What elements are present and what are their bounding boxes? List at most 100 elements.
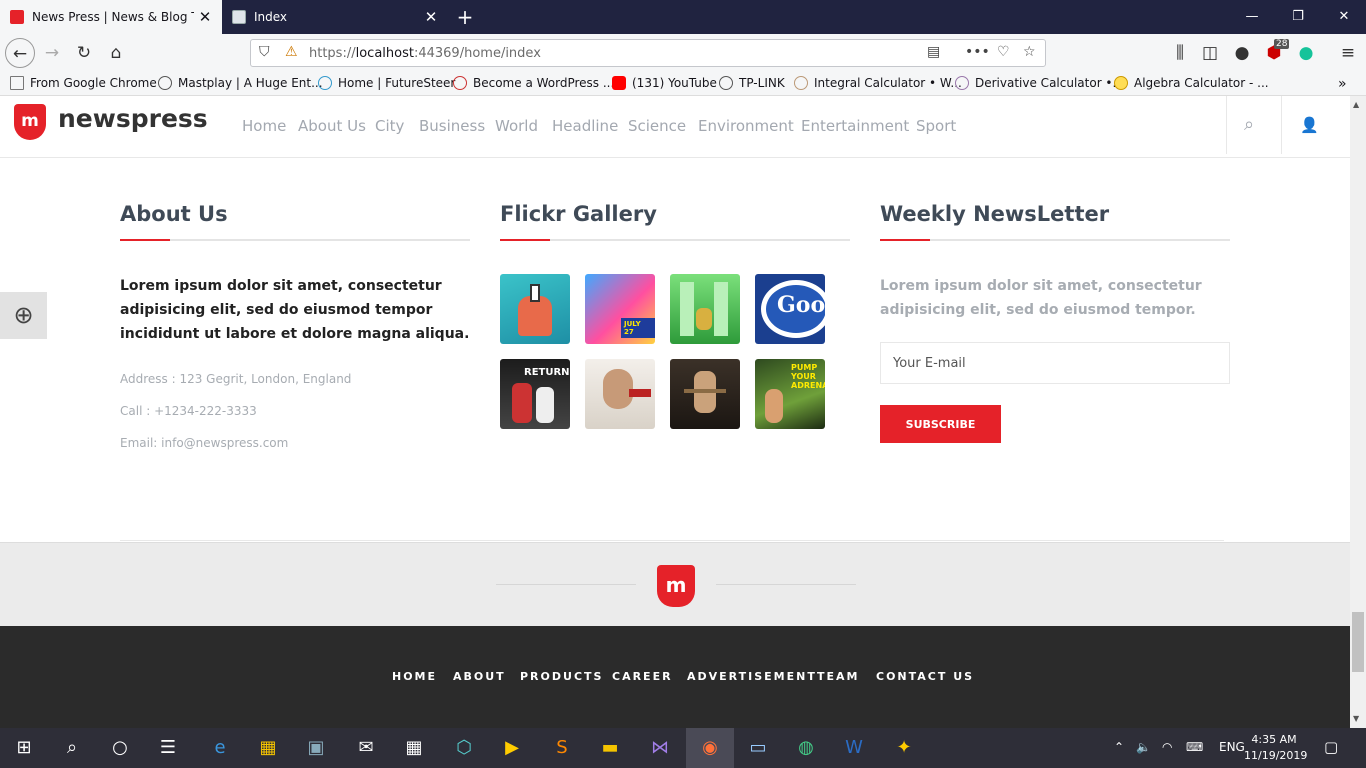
bookmark-item[interactable]: (131) YouTube xyxy=(612,76,717,90)
calculator-icon[interactable]: ▦ xyxy=(390,728,438,768)
cortana-icon[interactable]: ○ xyxy=(96,728,144,768)
keyboard-icon[interactable]: ⌨ xyxy=(1186,740,1203,754)
menu-hamburger-icon[interactable]: ≡ xyxy=(1333,38,1363,68)
windows-start-icon[interactable]: ⊞ xyxy=(0,728,48,768)
footer-link-home[interactable]: HOME xyxy=(392,670,437,683)
virtualbox-icon[interactable]: ⬡ xyxy=(440,728,488,768)
newspress-logo-icon[interactable]: m xyxy=(14,104,46,140)
tab-news-press[interactable]: News Press | News & Blog Temp ✕ xyxy=(0,0,222,34)
footer-link-team[interactable]: TEAM xyxy=(817,670,859,683)
nav-headline[interactable]: Headline xyxy=(552,117,618,135)
footer-link-advertisement[interactable]: ADVERTISEMENT xyxy=(687,670,817,683)
search-icon[interactable]: ⌕ xyxy=(48,728,96,768)
footer-link-products[interactable]: PRODUCTS xyxy=(520,670,603,683)
mail-icon[interactable]: ✉ xyxy=(342,728,390,768)
search-icon[interactable]: ⌕ xyxy=(1244,114,1254,135)
gallery-thumb[interactable] xyxy=(670,359,740,429)
home-icon[interactable]: ⌂ xyxy=(101,38,131,68)
email-field[interactable] xyxy=(880,342,1230,384)
bookmark-item[interactable]: Home | FutureSteer xyxy=(318,76,455,90)
insecure-lock-icon[interactable]: ⚠ xyxy=(285,44,298,60)
grammarly-icon[interactable]: ● xyxy=(1291,38,1321,68)
nav-city[interactable]: City xyxy=(375,117,404,135)
bookmark-item[interactable]: Derivative Calculator •... xyxy=(955,76,1124,90)
nav-environment[interactable]: Environment xyxy=(698,117,794,135)
volume-icon[interactable]: 🔈 xyxy=(1136,740,1151,754)
heading-rule xyxy=(500,239,850,241)
gallery-thumb[interactable]: RETURN xyxy=(500,359,570,429)
scroll-up-icon[interactable]: ▲ xyxy=(1353,100,1359,109)
support-lifebuoy-icon[interactable]: ⊕ xyxy=(0,292,47,339)
scrollbar-thumb[interactable] xyxy=(1352,612,1364,672)
tab-index[interactable]: Index ✕ xyxy=(222,0,448,34)
forward-arrow-icon[interactable]: → xyxy=(37,38,67,68)
chrome-icon[interactable]: ◍ xyxy=(782,728,830,768)
wifi-icon[interactable]: ◠ xyxy=(1162,740,1172,754)
system-clock[interactable]: 4:35 AM 11/19/2019 xyxy=(1244,732,1307,764)
footer-link-contact-us[interactable]: CONTACT US xyxy=(876,670,974,683)
pocket-icon[interactable]: ♡ xyxy=(997,44,1010,60)
bookmark-item[interactable]: Integral Calculator • W... xyxy=(794,76,962,90)
bookmark-folder[interactable]: From Google Chrome xyxy=(10,76,157,90)
shield-icon[interactable]: ⛉ xyxy=(259,44,270,60)
page-favicon-icon xyxy=(232,10,246,24)
gallery-thumb[interactable] xyxy=(500,274,570,344)
sublime-text-icon[interactable]: S xyxy=(538,728,586,768)
reader-view-icon[interactable]: ▤ xyxy=(927,44,940,60)
gallery-thumb[interactable] xyxy=(585,359,655,429)
bookmark-item[interactable]: TP-LINK xyxy=(719,76,785,90)
footer-link-career[interactable]: CAREER xyxy=(612,670,673,683)
window-figure xyxy=(680,282,694,336)
gallery-thumb[interactable]: Goo xyxy=(755,274,825,344)
new-tab-plus-icon[interactable]: + xyxy=(452,0,478,34)
footer-link-about[interactable]: ABOUT xyxy=(453,670,506,683)
scroll-down-icon[interactable]: ▼ xyxy=(1353,714,1359,723)
nav-science[interactable]: Science xyxy=(628,117,686,135)
sidebar-icon[interactable]: ◫ xyxy=(1195,38,1225,68)
network-app-icon[interactable]: ▣ xyxy=(292,728,340,768)
close-tab-icon[interactable]: ✕ xyxy=(420,8,442,26)
restore-icon[interactable]: ❐ xyxy=(1275,0,1321,34)
media-player-icon[interactable]: ▶ xyxy=(488,728,536,768)
nav-business[interactable]: Business xyxy=(419,117,485,135)
footer-logo-icon[interactable]: m xyxy=(657,565,695,607)
nav-about-us[interactable]: About Us xyxy=(298,117,366,135)
account-icon[interactable]: ● xyxy=(1227,38,1257,68)
task-view-icon[interactable]: ☰ xyxy=(144,728,192,768)
library-icon[interactable]: ⫼ xyxy=(1165,38,1195,68)
file-explorer-icon[interactable]: ▬ xyxy=(586,728,634,768)
user-icon[interactable]: 👤 xyxy=(1300,116,1319,134)
bookmark-item[interactable]: Algebra Calculator - ... xyxy=(1114,76,1269,90)
nav-entertainment[interactable]: Entertainment xyxy=(801,117,909,135)
gallery-thumb[interactable]: PUMP YOUR ADRENALINE xyxy=(755,359,825,429)
bookmark-item[interactable]: Mastplay | A Huge Ent... xyxy=(158,76,323,90)
tray-chevron-icon[interactable]: ⌃ xyxy=(1114,740,1124,754)
close-tab-icon[interactable]: ✕ xyxy=(194,8,216,26)
subscribe-button[interactable]: SUBSCRIBE xyxy=(880,405,1001,443)
tool-app-icon[interactable]: ✦ xyxy=(880,728,928,768)
language-indicator[interactable]: ENG xyxy=(1219,740,1245,754)
remote-desktop-icon[interactable]: ▭ xyxy=(734,728,782,768)
edge-icon[interactable]: e xyxy=(196,728,244,768)
page-scrollbar[interactable]: ▲ ▼ xyxy=(1350,96,1366,728)
visual-studio-icon[interactable]: ⋈ xyxy=(636,728,684,768)
reload-icon[interactable]: ↻ xyxy=(69,38,99,68)
back-arrow-icon[interactable]: ← xyxy=(5,38,35,68)
close-window-icon[interactable]: ✕ xyxy=(1321,0,1366,34)
action-center-icon[interactable]: ▢ xyxy=(1324,738,1338,756)
gallery-thumb[interactable] xyxy=(670,274,740,344)
site-logo-text[interactable]: newspress xyxy=(58,104,208,133)
nav-home[interactable]: Home xyxy=(242,117,286,135)
bookmark-item[interactable]: Become a WordPress ... xyxy=(453,76,614,90)
word-icon[interactable]: W xyxy=(830,728,878,768)
firefox-icon[interactable]: ◉ xyxy=(686,728,734,768)
address-bar[interactable]: ⛉ ⚠ https://localhost:44369/home/index ▤… xyxy=(250,39,1046,67)
store-icon[interactable]: ▦ xyxy=(244,728,292,768)
minimize-icon[interactable]: — xyxy=(1229,0,1275,34)
page-actions-icon[interactable]: ••• xyxy=(965,44,990,60)
bookmark-star-icon[interactable]: ☆ xyxy=(1023,44,1036,60)
nav-world[interactable]: World xyxy=(495,117,538,135)
nav-sport[interactable]: Sport xyxy=(916,117,956,135)
more-bookmarks-chevron-icon[interactable]: » xyxy=(1338,76,1347,92)
gallery-thumb[interactable]: JULY 27 xyxy=(585,274,655,344)
